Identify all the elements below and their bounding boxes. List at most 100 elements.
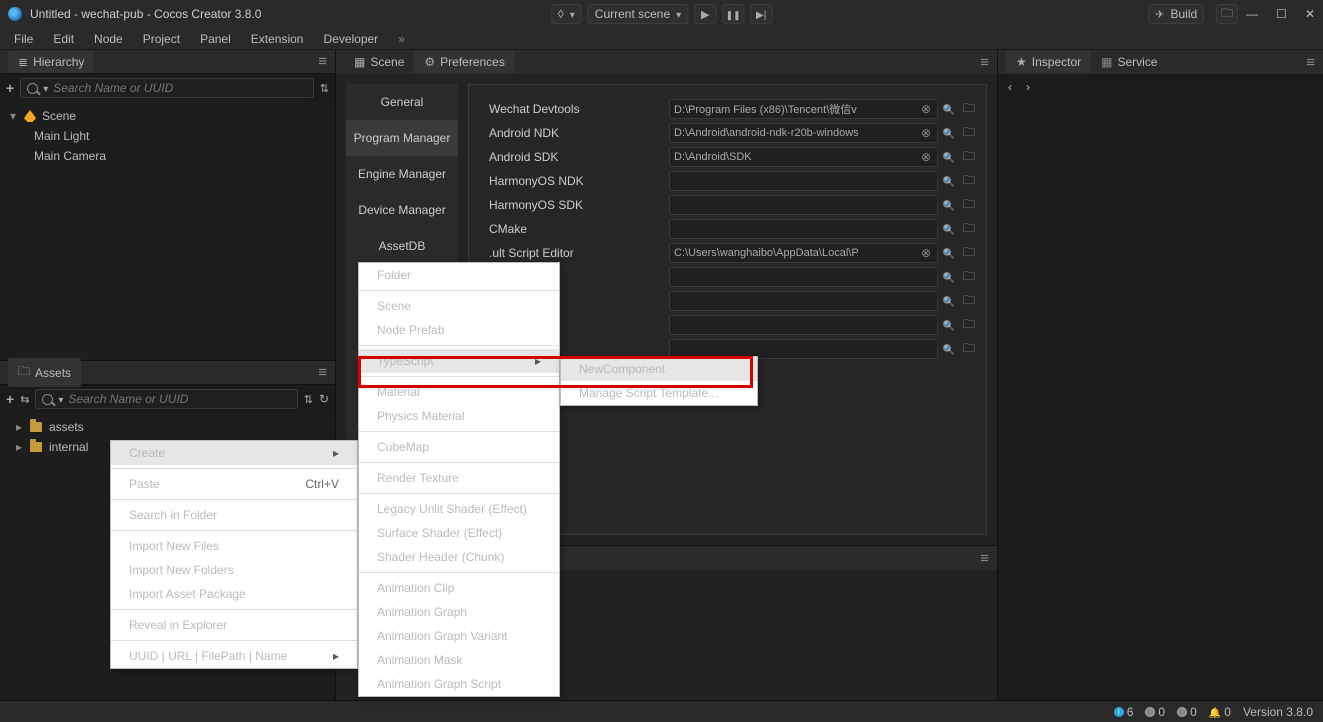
scene-root[interactable]: ▾ Scene: [0, 106, 335, 126]
menu-item[interactable]: Physics Material: [359, 404, 559, 428]
menu-item[interactable]: Surface Shader (Effect): [359, 521, 559, 545]
nav-back[interactable]: ‹: [1008, 80, 1012, 94]
menu-overflow[interactable]: »: [388, 29, 415, 49]
tab-inspector[interactable]: ★Inspector: [1006, 51, 1091, 73]
path-field[interactable]: [669, 291, 938, 311]
menu-item[interactable]: CubeMap: [359, 435, 559, 459]
menu-item[interactable]: Scene: [359, 294, 559, 318]
clear-icon[interactable]: ⊗: [921, 102, 931, 116]
menu-item[interactable]: Import New Files: [111, 534, 357, 558]
open-button[interactable]: [960, 100, 978, 118]
tab-hierarchy[interactable]: ≣Hierarchy: [8, 51, 94, 73]
path-field[interactable]: D:\Android\SDK⊗: [669, 147, 938, 167]
add-node-button[interactable]: [6, 80, 14, 96]
close-button[interactable]: ✕: [1305, 7, 1315, 21]
menu-item[interactable]: Render Texture: [359, 466, 559, 490]
browse-button[interactable]: [940, 244, 958, 262]
status-info[interactable]: i6: [1114, 705, 1134, 719]
node-main-light[interactable]: Main Light: [0, 126, 335, 146]
panel-menu-icon[interactable]: [318, 53, 327, 70]
open-button[interactable]: [960, 244, 978, 262]
menu-item[interactable]: UUID | URL | FilePath | Name▸: [111, 644, 357, 668]
menu-item[interactable]: Animation Graph Script: [359, 672, 559, 696]
path-field[interactable]: [669, 315, 938, 335]
menu-item[interactable]: Folder: [359, 263, 559, 287]
menu-item[interactable]: Animation Clip: [359, 576, 559, 600]
menu-extension[interactable]: Extension: [241, 29, 314, 49]
menu-item[interactable]: Animation Mask: [359, 648, 559, 672]
path-field[interactable]: D:\Program Files (x86)\Tencent\微信v⊗: [669, 99, 938, 119]
browse-button[interactable]: [940, 172, 958, 190]
open-button[interactable]: [960, 172, 978, 190]
menu-developer[interactable]: Developer: [313, 29, 388, 49]
hierarchy-search[interactable]: [20, 78, 314, 98]
path-field[interactable]: D:\Android\android-ndk-r20b-windows⊗: [669, 123, 938, 143]
path-field[interactable]: [669, 171, 938, 191]
browse-button[interactable]: [940, 196, 958, 214]
open-button[interactable]: [960, 220, 978, 238]
add-asset-button[interactable]: [6, 391, 14, 407]
scene-select[interactable]: Current scene: [588, 4, 688, 24]
open-project-button[interactable]: [1216, 4, 1238, 24]
menu-node[interactable]: Node: [84, 29, 133, 49]
tree-toggle[interactable]: [20, 392, 29, 406]
menu-item[interactable]: Animation Graph: [359, 600, 559, 624]
tab-service[interactable]: ▦Service: [1091, 51, 1167, 73]
menu-item[interactable]: Import New Folders: [111, 558, 357, 582]
play-button[interactable]: [694, 4, 716, 24]
menu-item[interactable]: Import Asset Package: [111, 582, 357, 606]
menu-item[interactable]: PasteCtrl+V: [111, 472, 357, 496]
pause-button[interactable]: [722, 4, 744, 24]
sort-button[interactable]: [304, 392, 313, 406]
tab-scene[interactable]: Scene: [344, 51, 414, 73]
browse-button[interactable]: [940, 148, 958, 166]
open-button[interactable]: [960, 292, 978, 310]
pref-program-manager[interactable]: Program Manager: [346, 120, 458, 156]
open-button[interactable]: [960, 268, 978, 286]
preview-device[interactable]: ◊: [551, 4, 582, 24]
status-warn[interactable]: 0: [1145, 705, 1165, 719]
menu-item[interactable]: Shader Header (Chunk): [359, 545, 559, 569]
pref-engine-manager[interactable]: Engine Manager: [346, 156, 458, 192]
open-button[interactable]: [960, 148, 978, 166]
browse-button[interactable]: [940, 292, 958, 310]
path-field[interactable]: [669, 219, 938, 239]
clear-icon[interactable]: ⊗: [921, 246, 931, 260]
pref-general[interactable]: General: [346, 84, 458, 120]
browse-button[interactable]: [940, 220, 958, 238]
menu-file[interactable]: File: [4, 29, 43, 49]
build-button[interactable]: Build: [1148, 4, 1204, 24]
browse-button[interactable]: [940, 100, 958, 118]
tab-assets[interactable]: Assets: [8, 358, 81, 387]
menu-item[interactable]: Reveal in Explorer: [111, 613, 357, 637]
status-error[interactable]: 0: [1177, 705, 1197, 719]
browse-button[interactable]: [940, 340, 958, 358]
node-main-camera[interactable]: Main Camera: [0, 146, 335, 166]
tab-preferences[interactable]: Preferences: [414, 51, 514, 73]
open-button[interactable]: [960, 340, 978, 358]
assets-search[interactable]: [35, 389, 297, 409]
hierarchy-search-input[interactable]: [53, 81, 307, 95]
browse-button[interactable]: [940, 124, 958, 142]
step-button[interactable]: [750, 4, 772, 24]
path-field[interactable]: [669, 195, 938, 215]
nav-forward[interactable]: ›: [1026, 80, 1030, 94]
clear-icon[interactable]: ⊗: [921, 150, 931, 164]
panel-menu-icon[interactable]: [318, 364, 327, 381]
menu-item[interactable]: Animation Graph Variant: [359, 624, 559, 648]
menu-project[interactable]: Project: [133, 29, 190, 49]
panel-menu-icon[interactable]: [1306, 54, 1315, 71]
menu-panel[interactable]: Panel: [190, 29, 241, 49]
pref-device-manager[interactable]: Device Manager: [346, 192, 458, 228]
path-field[interactable]: C:\Users\wanghaibo\AppData\Local\P⊗: [669, 243, 938, 263]
refresh-button[interactable]: [319, 392, 329, 406]
menu-item[interactable]: Create▸: [111, 441, 357, 465]
menu-item[interactable]: Material: [359, 380, 559, 404]
folder-assets[interactable]: ▸assets: [0, 417, 335, 437]
menu-item[interactable]: Node Prefab: [359, 318, 559, 342]
sort-button[interactable]: [320, 81, 329, 95]
menu-item[interactable]: Manage Script Template...: [561, 381, 757, 405]
open-button[interactable]: [960, 124, 978, 142]
open-button[interactable]: [960, 196, 978, 214]
maximize-button[interactable]: ☐: [1276, 7, 1287, 21]
